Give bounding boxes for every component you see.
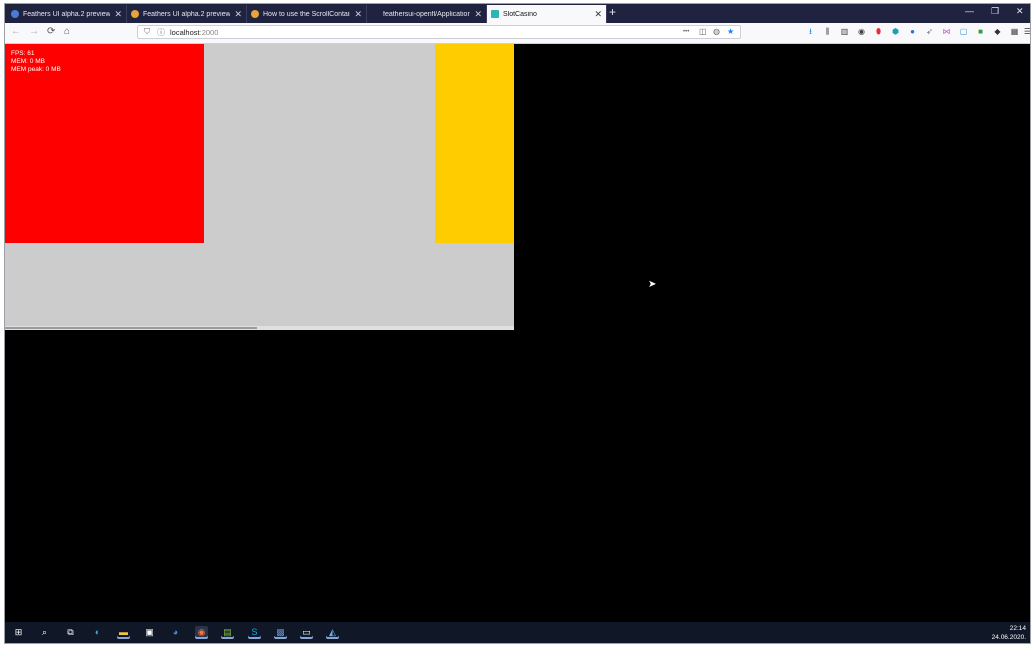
firefox-dev-icon[interactable]: ◕	[169, 626, 182, 639]
back-button[interactable]: ←	[11, 26, 21, 37]
save-disk-icon[interactable]: ▩	[274, 626, 287, 639]
extension-red-icon[interactable]: ⬮	[874, 27, 883, 37]
restore-button[interactable]: ❐	[991, 6, 999, 17]
tab-title: Feathers UI alpha.2 preview bu	[143, 10, 231, 18]
close-icon[interactable]: ✕	[474, 9, 482, 20]
close-icon[interactable]: ✕	[114, 9, 122, 20]
system-clock[interactable]: 22:14 24.06.2020.	[992, 624, 1026, 642]
tab-favicon-icon	[251, 10, 259, 18]
menu-icon[interactable]: ☰	[1023, 27, 1030, 37]
app-canvas[interactable]: FPS: 61 MEM: 0 MB MEM peak: 0 MB ➤	[5, 44, 1030, 624]
horizontal-scrollbar-thumb[interactable]	[5, 327, 257, 329]
tab-feathers-2[interactable]: Feathers UI alpha.2 preview bu ✕	[127, 5, 247, 23]
close-window-button[interactable]: ✕	[1016, 6, 1024, 17]
skype-icon[interactable]: S	[248, 626, 261, 639]
edge-icon[interactable]: ◐	[91, 626, 104, 639]
tab-strip: Feathers UI alpha.2 preview bu ✕ Feather…	[5, 4, 1030, 23]
tab-title: Feathers UI alpha.2 preview bu	[23, 10, 111, 18]
extension-teal-icon[interactable]: ⬢	[891, 27, 900, 37]
tab-title: How to use the ScrollContaine	[263, 10, 351, 18]
tab-favicon-icon	[131, 10, 139, 18]
url-host: localhost	[170, 28, 200, 37]
browser-window: Feathers UI alpha.2 preview bu ✕ Feather…	[4, 3, 1031, 644]
extension-dark-icon[interactable]: ◆	[993, 27, 1002, 37]
bookmark-star-icon[interactable]: ★	[727, 27, 734, 36]
pocket-icon[interactable]: ◫	[699, 27, 707, 36]
firefox-icon[interactable]: ◉	[195, 626, 208, 639]
tab-feathers-1[interactable]: Feathers UI alpha.2 preview bu ✕	[7, 5, 127, 23]
fps-stats: FPS: 61 MEM: 0 MB MEM peak: 0 MB	[11, 50, 61, 74]
app-icon[interactable]: ◭	[326, 626, 339, 639]
search-icon[interactable]: ⌕	[38, 626, 51, 639]
page-actions-icon[interactable]: •••	[683, 29, 689, 35]
reader-icon[interactable]: ◍	[713, 27, 720, 36]
clock-time: 22:14	[1009, 625, 1026, 632]
library-icon[interactable]: ⫼	[823, 27, 832, 37]
forward-button[interactable]: →	[29, 26, 39, 37]
tab-scrollcontainer[interactable]: How to use the ScrollContaine ✕	[247, 5, 367, 23]
windows-start-icon[interactable]: ⊞	[12, 626, 25, 639]
extension-grid-icon[interactable]: ▦	[1010, 27, 1019, 37]
home-button[interactable]: ⌂	[64, 26, 70, 37]
file-explorer-icon[interactable]: ▬	[117, 626, 130, 639]
terminal-icon[interactable]: ▭	[300, 626, 313, 639]
mem-peak-value: MEM peak: 0 MB	[11, 66, 61, 73]
tab-favicon-icon	[11, 10, 19, 18]
extension-blue-icon[interactable]: ●	[908, 27, 917, 37]
clock-date: 24.06.2020.	[991, 634, 1026, 641]
taskbar: ⊞ ⌕ ⧉ ◐ ▬ ▣ ◕ ◉ ▤ S ▩ ▭ ◭ 22:14 24.06.20…	[5, 622, 1030, 643]
fps-value: FPS: 61	[11, 50, 35, 57]
close-icon[interactable]: ✕	[594, 9, 602, 20]
task-view-icon[interactable]: ⧉	[64, 626, 77, 639]
sidebar-icon[interactable]: ▥	[840, 27, 849, 37]
url-port: :2000	[199, 28, 219, 37]
shield-icon[interactable]: ⛉	[144, 27, 150, 37]
downloads-icon[interactable]: ⭳	[806, 27, 815, 37]
mouse-cursor-icon: ➤	[648, 279, 657, 290]
info-icon[interactable]: ⓘ	[157, 27, 165, 38]
tab-favicon-icon	[491, 10, 499, 18]
store-icon[interactable]: ▣	[143, 626, 156, 639]
reload-button[interactable]: ⟳	[47, 26, 55, 37]
mem-value: MEM: 0 MB	[11, 58, 45, 65]
nav-bar: ← → ⟳ ⌂ ⛉ ⓘ localhost:2000 ••• ◫ ◍ ★ ⭳ ⫼…	[5, 23, 1030, 44]
yellow-box	[435, 44, 514, 243]
tab-slotcasino[interactable]: SlotCasino ✕	[487, 5, 607, 23]
minimize-button[interactable]: —	[965, 6, 974, 16]
tab-favicon-icon	[371, 10, 379, 18]
extension-chat-icon[interactable]: ▢	[959, 27, 968, 37]
extension-bow-icon[interactable]: ⋈	[942, 27, 951, 37]
tab-github[interactable]: feathersui-openfl/Application ✕	[367, 5, 487, 23]
address-bar[interactable]: ⛉ ⓘ localhost:2000 ••• ◫ ◍ ★	[137, 25, 741, 39]
url-text: localhost:2000	[170, 28, 218, 37]
notepad-icon[interactable]: ▤	[221, 626, 234, 639]
new-tab-button[interactable]: +	[609, 5, 616, 19]
close-icon[interactable]: ✕	[354, 9, 362, 20]
extension-send-icon[interactable]: ➶	[925, 27, 934, 37]
account-icon[interactable]: ◉	[857, 27, 866, 37]
close-icon[interactable]: ✕	[234, 9, 242, 20]
extension-green-icon[interactable]: ■	[976, 27, 985, 37]
tab-title: feathersui-openfl/Application	[383, 10, 471, 18]
tab-title: SlotCasino	[503, 10, 537, 18]
